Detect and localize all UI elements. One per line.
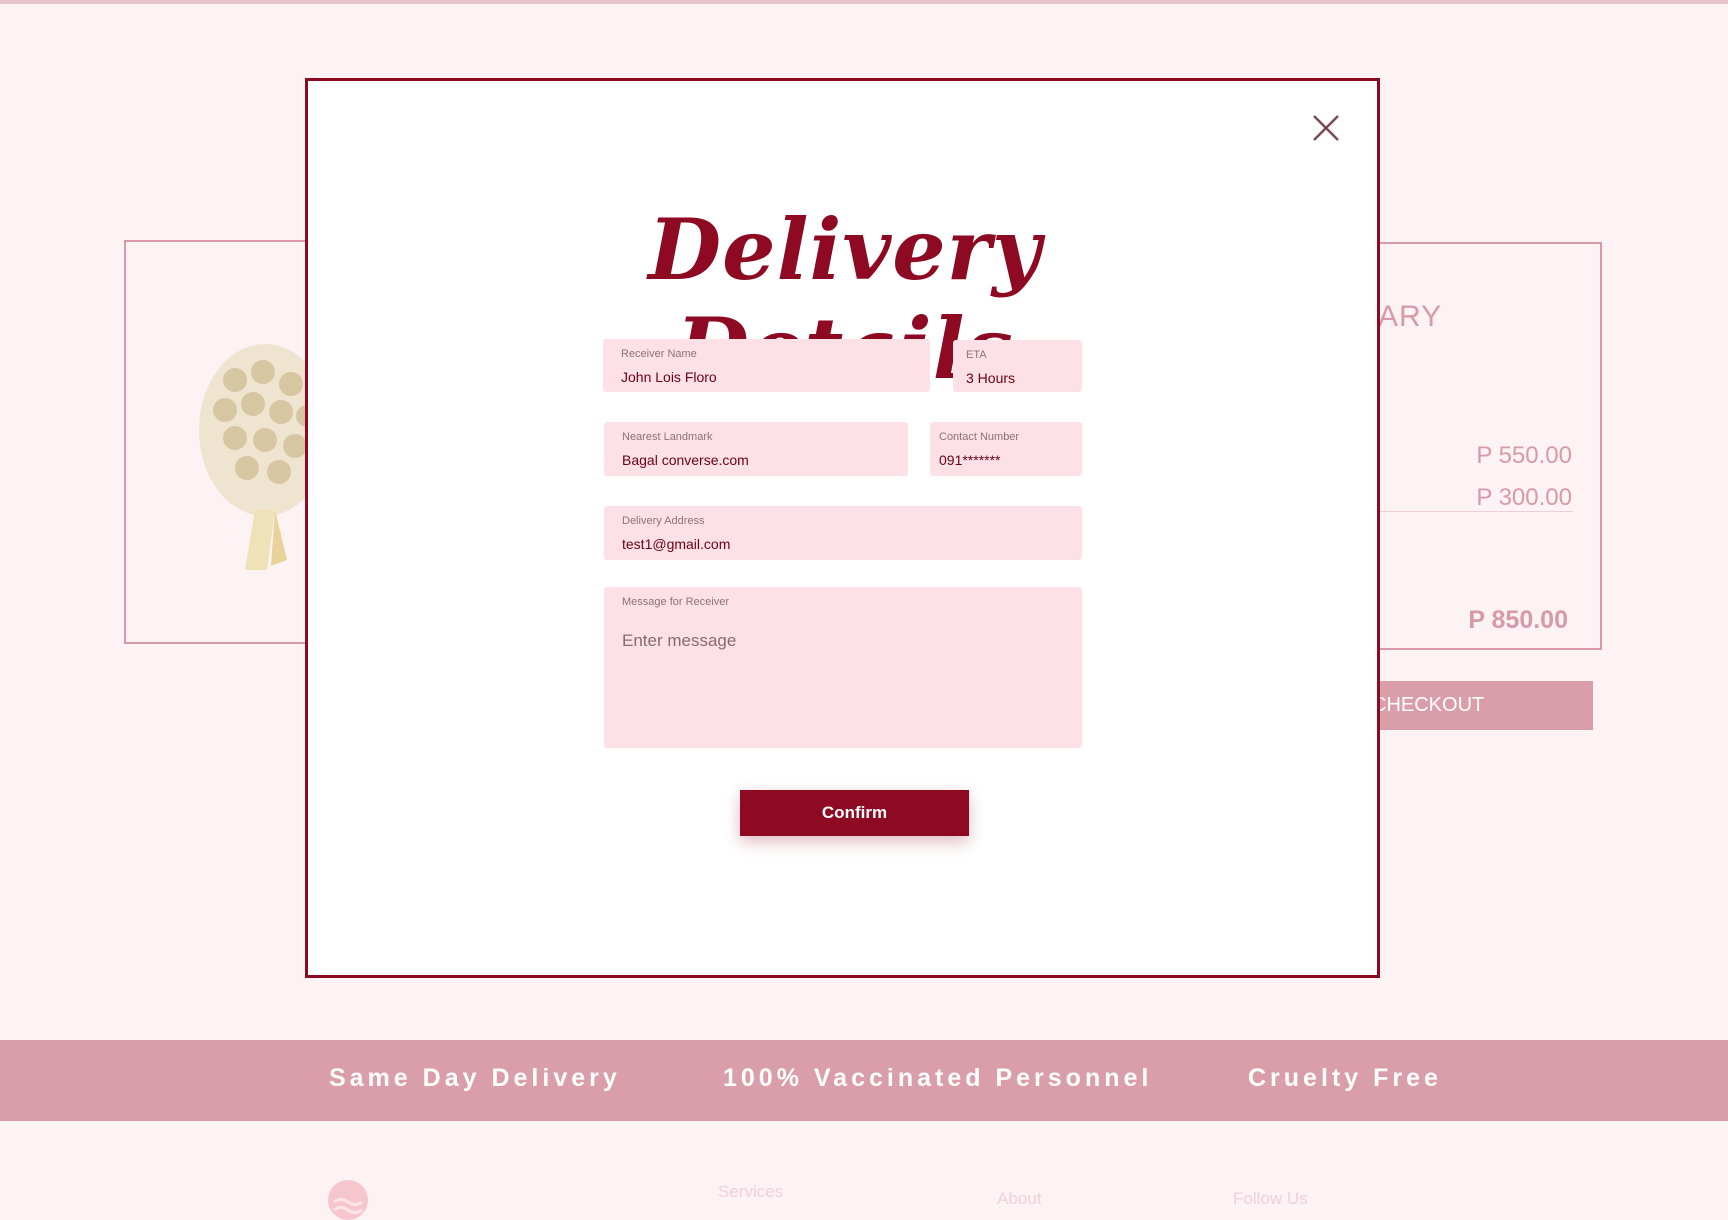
nearest-landmark-value: Bagal converse.com — [622, 452, 749, 468]
message-label: Message for Receiver — [622, 596, 729, 608]
eta-field[interactable]: ETA 3 Hours — [953, 340, 1082, 392]
delivery-address-field[interactable]: Delivery Address test1@gmail.com — [604, 506, 1082, 560]
footer-link-about[interactable]: About — [997, 1189, 1041, 1209]
nearest-landmark-field[interactable]: Nearest Landmark Bagal converse.com — [604, 422, 908, 476]
nearest-landmark-label: Nearest Landmark — [622, 431, 713, 443]
eta-value: 3 Hours — [966, 370, 1016, 386]
promo-same-day-delivery: Same Day Delivery — [329, 1064, 621, 1092]
checkout-button[interactable]: CHECKOUT — [1360, 681, 1593, 730]
footer-link-services[interactable]: Services — [718, 1182, 783, 1202]
delivery-address-label: Delivery Address — [622, 515, 705, 527]
footer-logo[interactable] — [328, 1180, 368, 1220]
promo-cruelty-free: Cruelty Free — [1248, 1064, 1442, 1092]
item-price: P 550.00 — [1476, 442, 1572, 469]
receiver-name-label: Receiver Name — [621, 348, 697, 360]
eta-label: ETA — [966, 349, 987, 361]
summary-divider — [1370, 511, 1573, 512]
contact-number-label: Contact Number — [939, 431, 1020, 443]
item-price: P 300.00 — [1476, 484, 1572, 511]
contact-number-value: 091******* — [939, 452, 1001, 468]
message-input[interactable] — [622, 631, 1062, 731]
footer-link-follow-us[interactable]: Follow Us — [1233, 1189, 1308, 1209]
delivery-address-value: test1@gmail.com — [622, 536, 731, 552]
message-field: Message for Receiver — [604, 587, 1082, 748]
receiver-name-value: John Lois Floro — [621, 369, 717, 385]
close-icon[interactable] — [1308, 110, 1344, 146]
top-border — [0, 0, 1728, 4]
confirm-button[interactable]: Confirm — [740, 790, 969, 836]
promo-vaccinated-personnel: 100% Vaccinated Personnel — [723, 1064, 1153, 1092]
contact-number-field[interactable]: Contact Number 091******* — [930, 422, 1082, 476]
order-summary-title: ARY — [1378, 300, 1443, 333]
total-price: P 850.00 — [1468, 606, 1568, 634]
receiver-name-field[interactable]: Receiver Name John Lois Floro — [603, 339, 930, 392]
